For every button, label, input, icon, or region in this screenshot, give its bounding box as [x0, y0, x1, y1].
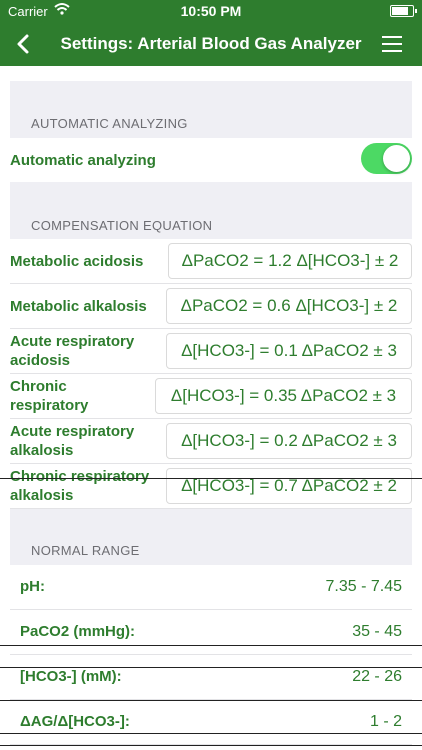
- divider-line: [0, 733, 422, 734]
- status-bar: Carrier 10:50 PM: [0, 0, 422, 22]
- equation-row-chronic-respiratory-alkalosis: Chronic respiratory alkalosis Δ[HCO3-] =…: [10, 464, 412, 509]
- menu-icon[interactable]: [382, 36, 402, 52]
- auto-analyzing-label: Automatic analyzing: [10, 152, 156, 169]
- equation-row-chronic-respiratory: Chronic respiratory Δ[HCO3-] = 0.35 ΔPaC…: [10, 374, 412, 419]
- equation-row-metabolic-alkalosis: Metabolic alkalosis ΔPaCO2 = 0.6 Δ[HCO3-…: [10, 284, 412, 329]
- normal-range-label: ΔAG/Δ[HCO3-]:: [20, 713, 130, 730]
- equation-row-acute-respiratory-acidosis: Acute respiratory acidosis Δ[HCO3-] = 0.…: [10, 329, 412, 374]
- navigation-bar: Settings: Arterial Blood Gas Analyzer: [0, 22, 422, 66]
- divider-line: [0, 745, 422, 746]
- normal-range-label: pH:: [20, 578, 45, 595]
- normal-range-value[interactable]: 22 - 26: [352, 668, 402, 686]
- equation-label: Metabolic acidosis: [10, 253, 144, 270]
- divider-line: [0, 667, 422, 668]
- equation-field[interactable]: Δ[HCO3-] = 0.7 ΔPaCO2 ± 2: [166, 468, 412, 504]
- auto-analyzing-row: Automatic analyzing: [10, 138, 412, 183]
- toggle-knob: [383, 145, 410, 172]
- normal-range-row-hco3: [HCO3-] (mM): 22 - 26: [10, 655, 412, 700]
- equation-label: Acute respiratory acidosis: [10, 333, 135, 369]
- normal-range-value[interactable]: 1 - 2: [370, 713, 402, 731]
- status-time: 10:50 PM: [180, 3, 242, 19]
- normal-range-value[interactable]: 7.35 - 7.45: [326, 578, 403, 596]
- normal-range-row-ag-ratio: ΔAG/Δ[HCO3-]: 1 - 2: [10, 700, 412, 745]
- section-title-normal: NORMAL RANGE: [31, 543, 140, 558]
- normal-range-label: [HCO3-] (mM):: [20, 668, 122, 685]
- section-title-comp: COMPENSATION EQUATION: [31, 218, 213, 233]
- equation-row-acute-respiratory-alkalosis: Acute respiratory alkalosis Δ[HCO3-] = 0…: [10, 419, 412, 464]
- battery-icon: [390, 5, 417, 17]
- settings-content[interactable]: AUTOMATIC ANALYZING Automatic analyzing …: [0, 66, 422, 750]
- equation-field[interactable]: ΔPaCO2 = 0.6 Δ[HCO3-] ± 2: [166, 288, 412, 324]
- auto-analyzing-toggle[interactable]: [361, 143, 412, 174]
- divider-line: [0, 478, 422, 479]
- equation-row-metabolic-acidosis: Metabolic acidosis ΔPaCO2 = 1.2 Δ[HCO3-]…: [10, 239, 412, 284]
- section-title-auto: AUTOMATIC ANALYZING: [31, 116, 188, 131]
- equation-field[interactable]: Δ[HCO3-] = 0.35 ΔPaCO2 ± 3: [155, 378, 412, 414]
- equation-label: Metabolic alkalosis: [10, 298, 147, 315]
- page-title: Settings: Arterial Blood Gas Analyzer: [60, 34, 362, 53]
- normal-range-label: PaCO2 (mmHg):: [20, 623, 136, 640]
- normal-range-value[interactable]: 35 - 45: [352, 623, 402, 641]
- equation-field[interactable]: Δ[HCO3-] = 0.2 ΔPaCO2 ± 3: [166, 423, 412, 459]
- normal-range-row-paco2: PaCO2 (mmHg): 35 - 45: [10, 610, 412, 655]
- equation-label: Chronic respiratory: [10, 378, 89, 414]
- equation-field[interactable]: ΔPaCO2 = 1.2 Δ[HCO3-] ± 2: [168, 243, 412, 279]
- equation-label: Chronic respiratory alkalosis: [10, 468, 150, 504]
- normal-range-row-ph: pH: 7.35 - 7.45: [10, 565, 412, 610]
- app-header: Carrier 10:50 PM Settings: Arterial Bloo…: [0, 0, 422, 66]
- divider-line: [0, 645, 422, 646]
- equation-field[interactable]: Δ[HCO3-] = 0.1 ΔPaCO2 ± 3: [166, 333, 412, 369]
- divider-line: [0, 700, 422, 701]
- equation-label: Acute respiratory alkalosis: [10, 423, 135, 459]
